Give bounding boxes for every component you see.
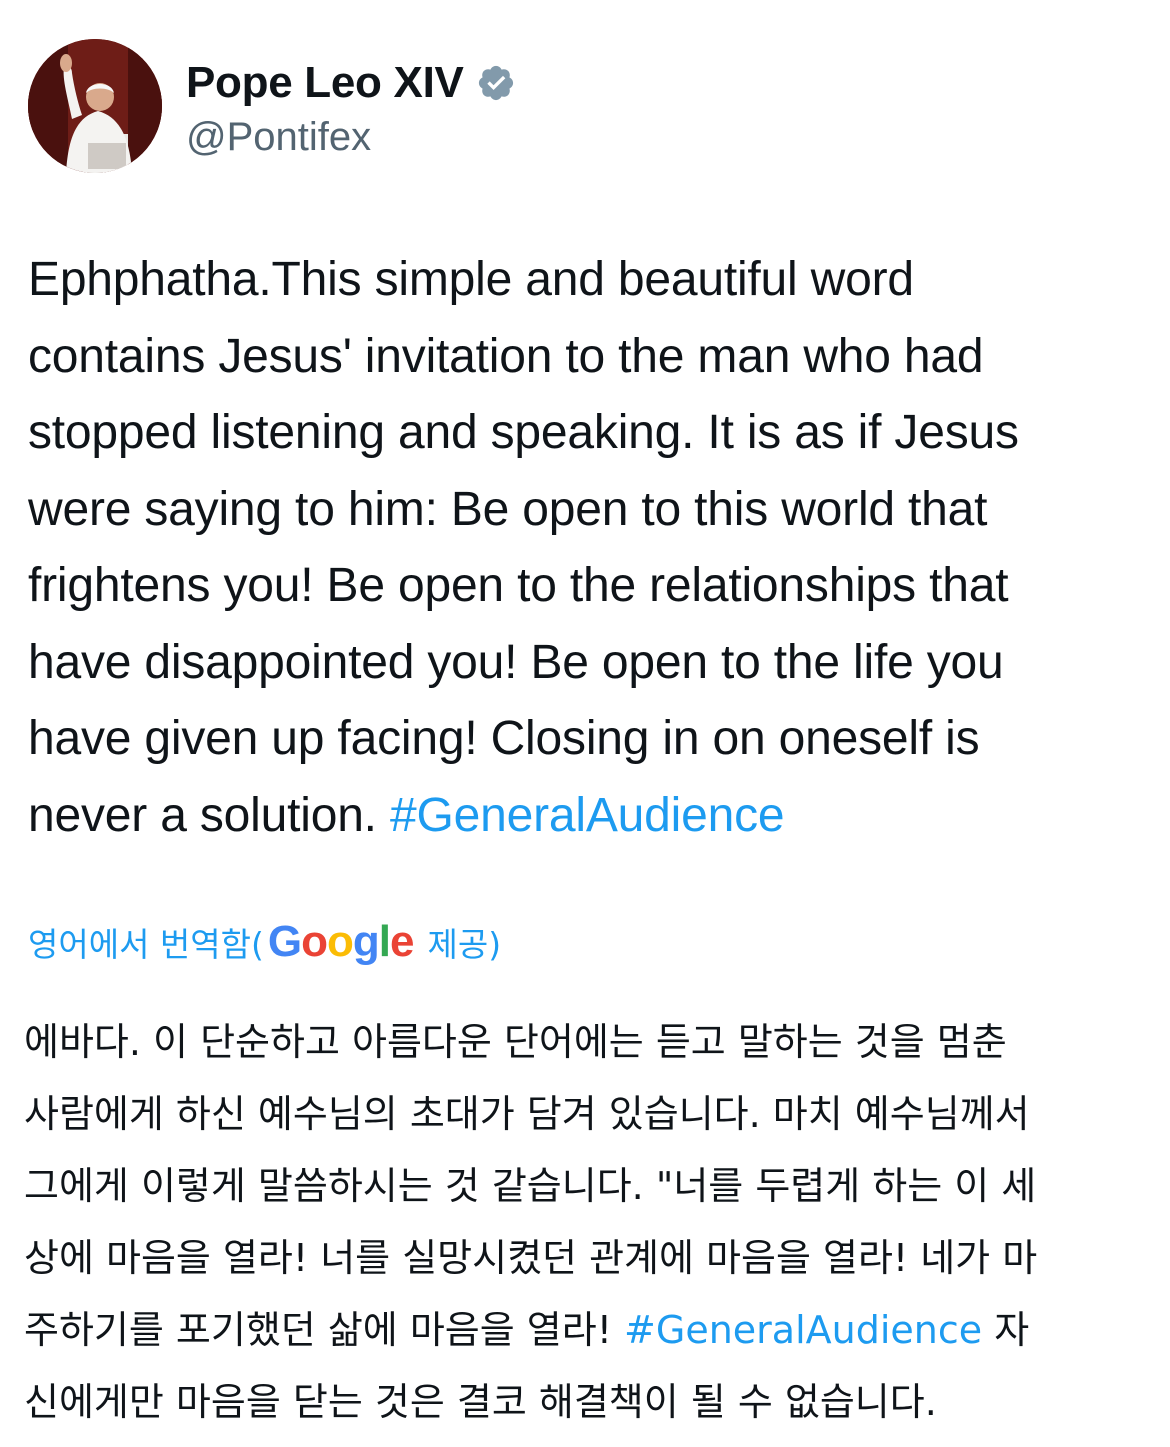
- verified-badge-icon: [478, 65, 513, 100]
- tweet-line: have disappointed you! Be open to the li…: [28, 635, 1004, 689]
- avatar-image-icon: [28, 39, 162, 173]
- display-name[interactable]: Pope Leo XIV: [186, 58, 464, 108]
- name-row: Pope Leo XIV: [186, 53, 516, 113]
- tweet-last-text: never a solution.: [28, 788, 390, 842]
- translated-line: 신에게만 마음을 닫는 것은 결코 해결책이 될 수 없습니다.: [24, 1380, 937, 1424]
- tweet-line: frightens you! Be open to the relationsh…: [28, 559, 1009, 612]
- translated-line-5-after: 자: [982, 1308, 1030, 1352]
- translation-attribution[interactable]: 영어에서 번역함( Google 제공): [28, 912, 501, 972]
- tweet-line-last: never a solution. #GeneralAudience: [28, 778, 1138, 855]
- google-logo-letter: o: [301, 917, 328, 966]
- author-names: Pope Leo XIV @Pontifex: [186, 53, 516, 160]
- avatar[interactable]: [28, 39, 162, 173]
- tweet-header: Pope Leo XIV @Pontifex: [28, 39, 516, 173]
- translated-line: 상에 마음을 열라! 너를 실망시켰던 관계에 마음을 열라! 네가 마: [24, 1236, 1038, 1280]
- translation-provider-suffix: 제공): [427, 925, 502, 964]
- translated-line: 그에게 이렇게 말씀하시는 것 같습니다. "너를 두렵게 하는 이 세: [24, 1164, 1037, 1208]
- google-logo: Google: [267, 917, 415, 967]
- translated-line: 사람에게 하신 예수님의 초대가 담겨 있습니다. 마치 예수님께서: [24, 1092, 1030, 1136]
- tweet-text: Ephphatha.This simple and beautiful word…: [28, 242, 1138, 854]
- tweet-line: were saying to him: Be open to this worl…: [28, 482, 988, 536]
- translated-line: 에바다. 이 단순하고 아름다운 단어에는 듣고 말하는 것을 멈춘: [24, 1020, 1007, 1064]
- translated-hashtag-link[interactable]: #GeneralAudience: [624, 1308, 982, 1352]
- author-handle[interactable]: @Pontifex: [186, 115, 516, 160]
- tweet-line: contains Jesus' invitation to the man wh…: [28, 329, 984, 383]
- tweet-line: stopped listening and speaking. It is as…: [28, 406, 1019, 459]
- translated-line-5-before: 주하기를 포기했던 삶에 마음을 열라!: [24, 1308, 625, 1352]
- google-logo-letter: e: [390, 917, 415, 966]
- google-logo-letter: o: [327, 917, 354, 966]
- tweet-line: Ephphatha.This simple and beautiful word: [28, 253, 914, 306]
- translated-text: 에바다. 이 단순하고 아름다운 단어에는 듣고 말하는 것을 멈춘 사람에게 …: [24, 1006, 1154, 1438]
- translated-line: 주하기를 포기했던 삶에 마음을 열라! #GeneralAudience 자: [24, 1294, 1154, 1366]
- hashtag-link[interactable]: #GeneralAudience: [390, 789, 785, 842]
- translation-label: 영어에서 번역함(: [28, 925, 264, 964]
- google-logo-letter: g: [352, 917, 380, 966]
- tweet-line: have given up facing! Closing in on ones…: [28, 712, 980, 765]
- google-logo-letter: G: [267, 917, 302, 966]
- google-logo-letter: l: [378, 917, 391, 966]
